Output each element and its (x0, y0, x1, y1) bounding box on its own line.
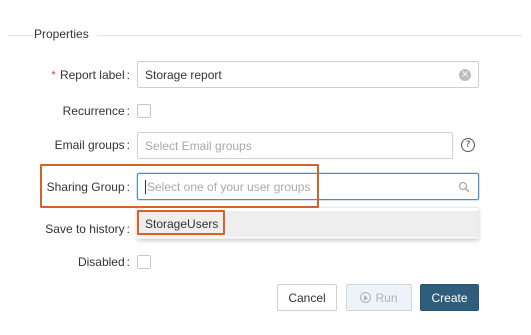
sharing-group-placeholder: Select one of your user groups (147, 179, 311, 194)
disabled-checkbox[interactable] (137, 255, 151, 269)
clear-icon[interactable]: × (459, 69, 471, 81)
run-label: Run (375, 290, 398, 305)
text-caret (145, 179, 146, 194)
dropdown-option-storageusers[interactable]: StorageUsers (138, 211, 478, 237)
sharing-group-dropdown: StorageUsers (137, 207, 479, 239)
run-button: Run (346, 284, 412, 311)
report-label-label: * Report label: (0, 68, 130, 82)
disabled-text: Disabled (77, 255, 125, 269)
email-groups-select[interactable]: Select Email groups (137, 132, 453, 159)
save-to-history-colon: : (126, 222, 130, 236)
required-asterisk: * (51, 68, 56, 82)
recurrence-colon: : (126, 104, 130, 118)
email-groups-text: Email groups (54, 138, 125, 152)
sharing-group-select[interactable]: Select one of your user groups (137, 173, 479, 200)
help-icon[interactable]: ? (461, 138, 475, 152)
play-icon (360, 292, 372, 303)
email-groups-placeholder: Select Email groups (145, 138, 252, 153)
disabled-colon: : (126, 255, 130, 269)
sharing-group-text: Sharing Group (46, 180, 125, 194)
report-label-input[interactable]: Storage report × (137, 61, 479, 88)
recurrence-label: Recurrence: (0, 104, 130, 118)
cancel-button[interactable]: Cancel (277, 284, 337, 311)
properties-legend: Properties (34, 27, 97, 41)
sharing-group-colon: : (126, 180, 130, 194)
recurrence-checkbox[interactable] (137, 104, 151, 118)
report-label-text: Report label (59, 68, 125, 82)
save-to-history-text: Save to history (45, 222, 125, 236)
save-to-history-label: Save to history: (0, 222, 130, 236)
sharing-group-label: Sharing Group: (0, 180, 130, 194)
create-label: Create (431, 290, 468, 305)
disabled-label: Disabled: (0, 255, 130, 269)
recurrence-text: Recurrence (62, 104, 125, 118)
email-groups-colon: : (126, 138, 130, 152)
report-label-value: Storage report (145, 67, 222, 82)
create-button[interactable]: Create (420, 284, 479, 311)
report-label-colon: : (126, 68, 130, 82)
dropdown-option-label: StorageUsers (145, 217, 219, 231)
email-groups-label: Email groups: (0, 138, 130, 152)
cancel-label: Cancel (288, 290, 326, 305)
search-icon (458, 181, 470, 193)
